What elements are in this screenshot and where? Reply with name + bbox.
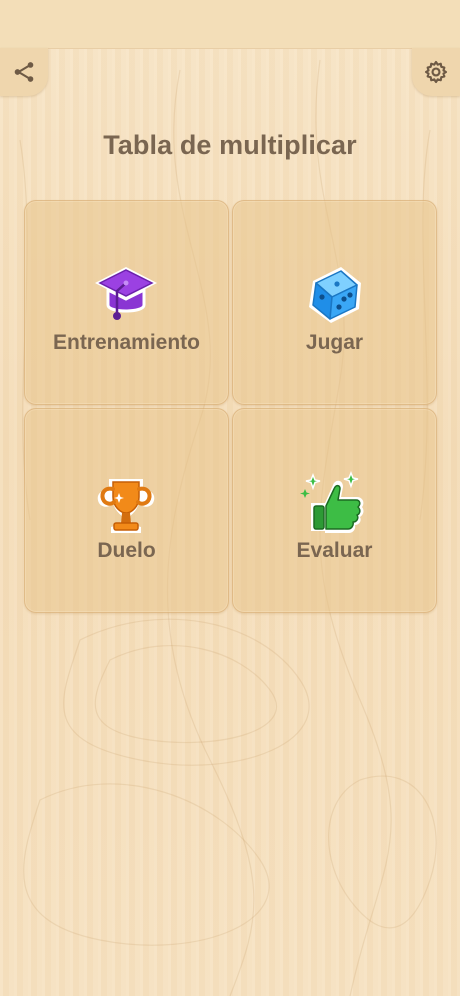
gear-icon (424, 60, 448, 84)
settings-button[interactable] (412, 48, 460, 96)
menu-card-evaluar[interactable]: Evaluar (232, 408, 437, 613)
menu-grid: Entrenamiento Jugar Duelo Evaluar (24, 200, 437, 613)
menu-card-jugar[interactable]: Jugar (232, 200, 437, 405)
menu-card-label: Duelo (97, 539, 156, 562)
menu-card-entrenamiento[interactable]: Entrenamiento (24, 200, 229, 405)
menu-card-label: Entrenamiento (52, 331, 201, 354)
graduation-cap-icon (95, 267, 157, 320)
menu-card-label: Jugar (305, 331, 364, 354)
menu-card-label: Evaluar (296, 539, 373, 562)
share-button[interactable] (0, 48, 48, 96)
dice-icon (309, 267, 361, 323)
share-icon (14, 62, 34, 82)
trophy-icon (97, 479, 155, 533)
menu-card-duelo[interactable]: Duelo (24, 408, 229, 613)
page-title: Tabla de multiplicar (103, 130, 357, 160)
thumbs-up-icon (300, 470, 364, 533)
status-bar (0, 0, 460, 49)
